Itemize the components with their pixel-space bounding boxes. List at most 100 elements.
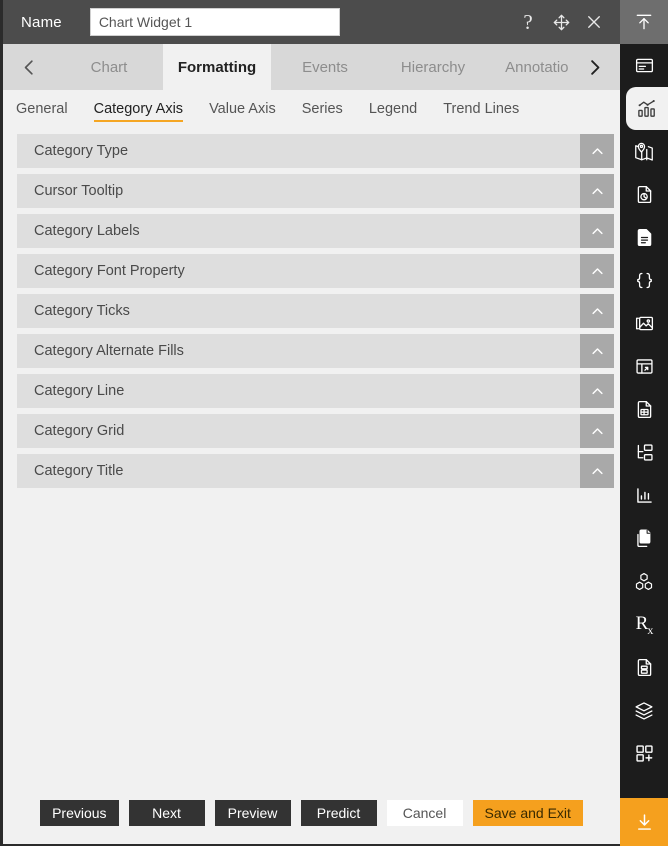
collapse-panel-button[interactable] [620,0,668,44]
formatting-subtabs: General Category Axis Value Axis Series … [3,90,620,128]
toolbar-item-pie-document[interactable] [620,173,668,216]
toolbar-item-widget-card[interactable] [620,44,668,87]
accordion-label: Category Ticks [34,303,130,319]
subtab-value-axis[interactable]: Value Axis [196,94,289,124]
accordion-section-category-font-property[interactable]: Category Font Property [17,254,614,288]
name-field-label: Name [21,13,62,31]
tab-hierarchy[interactable]: Hierarchy [379,44,487,90]
chevron-left-icon [24,59,33,75]
widget-editor-dialog: Name Chart Widget 1 ? Chart Formatting E… [0,0,668,846]
report-document-icon [637,400,651,419]
category-axis-settings-list: Category Type Cursor Tooltip Category La… [3,128,620,786]
predict-button[interactable]: Predict [300,800,377,826]
chart-icon [637,99,655,117]
previous-button[interactable]: Previous [40,800,119,826]
toolbar-item-table-widget[interactable] [620,345,668,388]
question-mark-icon: ? [523,9,533,34]
bar-chart-icon [636,488,652,503]
accordion-section-category-alternate-fills[interactable]: Category Alternate Fills [17,334,614,368]
accordion-section-category-labels[interactable]: Category Labels [17,214,614,248]
subtab-category-axis[interactable]: Category Axis [81,94,196,124]
toolbar-item-hierarchy[interactable] [620,431,668,474]
toolbar-item-bar-chart[interactable] [620,474,668,517]
move-icon [553,14,569,30]
accordion-toggle-button[interactable] [580,174,614,208]
tab-events[interactable]: Events [271,44,379,90]
move-button[interactable] [551,12,571,32]
toolbar-item-chart[interactable] [626,87,668,130]
image-icon [635,316,653,331]
accordion-toggle-button[interactable] [580,454,614,488]
accordion-section-cursor-tooltip[interactable]: Cursor Tooltip [17,174,614,208]
toolbar-item-image[interactable] [620,302,668,345]
toolbar-item-copy-pages[interactable] [620,517,668,560]
accordion-toggle-button[interactable] [580,374,614,408]
main-tabbar: Chart Formatting Events Hierarchy Annota… [3,44,620,90]
toolbar-item-save-document[interactable] [620,646,668,689]
right-toolbar: Rx [620,0,668,846]
dialog-footer: Previous Next Preview Predict Cancel Sav… [3,786,620,844]
cancel-button[interactable]: Cancel [386,800,463,826]
preview-button[interactable]: Preview [214,800,291,826]
toolbar-item-code[interactable] [620,259,668,302]
titlebar-actions: ? [518,9,608,34]
add-widget-icon [635,745,653,762]
toolbar-item-report-document[interactable] [620,388,668,431]
toolbar-item-document[interactable] [620,216,668,259]
toolbar-item-prescription[interactable]: Rx [620,603,668,646]
widget-name-input[interactable]: Chart Widget 1 [89,8,340,36]
accordion-section-category-type[interactable]: Category Type [17,134,614,168]
document-icon [637,228,651,247]
cubes-icon [635,572,653,590]
chevron-up-icon [591,427,603,434]
chevron-up-icon [591,227,603,234]
widget-card-icon [635,58,653,73]
accordion-label: Category Title [34,463,124,479]
pie-document-icon [637,185,651,204]
close-icon [588,16,600,28]
save-and-exit-button[interactable]: Save and Exit [472,800,583,826]
editor-panel: Name Chart Widget 1 ? Chart Formatting E… [0,0,620,846]
toolbar-item-map[interactable] [620,130,668,173]
accordion-label: Category Grid [34,423,125,439]
accordion-toggle-button[interactable] [580,214,614,248]
copy-pages-icon [636,529,650,548]
tabs-scroll-right-button[interactable] [568,44,620,90]
accordion-section-category-grid[interactable]: Category Grid [17,414,614,448]
accordion-toggle-button[interactable] [580,134,614,168]
chevron-up-icon [591,387,603,394]
accordion-toggle-button[interactable] [580,334,614,368]
tab-chart[interactable]: Chart [55,44,163,90]
toolbar-item-add-widget[interactable] [620,732,668,775]
toolbar-item-cubes[interactable] [620,560,668,603]
tabs-scroll-left-button[interactable] [3,44,55,90]
save-document-icon [637,658,651,677]
subtab-legend[interactable]: Legend [356,94,430,124]
tab-formatting[interactable]: Formatting [163,44,271,90]
accordion-toggle-button[interactable] [580,294,614,328]
layers-icon [635,701,653,720]
chevron-up-icon [591,147,603,154]
next-button[interactable]: Next [128,800,205,826]
chevron-up-icon [591,267,603,274]
accordion-toggle-button[interactable] [580,254,614,288]
accordion-section-category-ticks[interactable]: Category Ticks [17,294,614,328]
accordion-toggle-button[interactable] [580,414,614,448]
chevron-up-icon [591,467,603,474]
subtab-series[interactable]: Series [289,94,356,124]
table-widget-icon [635,359,653,374]
dialog-titlebar: Name Chart Widget 1 ? [3,0,620,44]
subtab-trend-lines[interactable]: Trend Lines [430,94,532,124]
accordion-section-category-title[interactable]: Category Title [17,454,614,488]
help-button[interactable]: ? [518,9,538,34]
accordion-section-category-line[interactable]: Category Line [17,374,614,408]
subtab-general[interactable]: General [16,94,81,124]
toolbar-item-layers[interactable] [620,689,668,732]
tab-annotation[interactable]: Annotation [487,44,568,90]
chevron-right-icon [590,59,599,75]
close-button[interactable] [584,12,604,32]
accordion-label: Category Font Property [34,263,185,279]
accordion-label: Category Type [34,143,129,159]
collapse-up-icon [636,14,652,30]
import-download-button[interactable] [620,798,668,846]
